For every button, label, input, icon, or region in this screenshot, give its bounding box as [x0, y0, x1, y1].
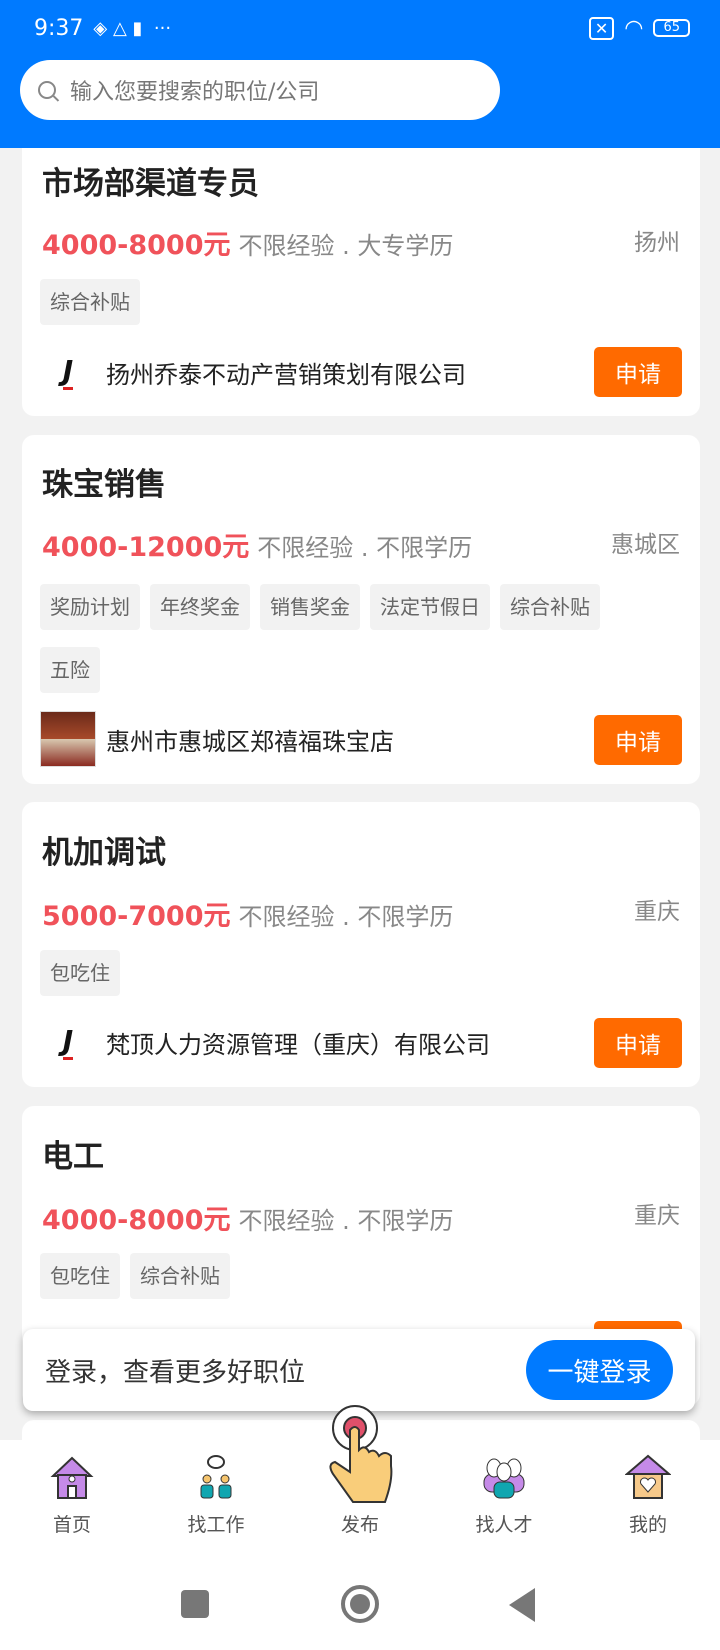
- salary-line: 4000-8000元 不限经验 . 大专学历: [42, 223, 453, 262]
- battery-icon: 65: [653, 19, 690, 37]
- apply-button[interactable]: 申请: [594, 347, 682, 397]
- location: 惠城区: [611, 532, 680, 558]
- tab-profile[interactable]: 我的: [576, 1440, 720, 1548]
- tab-find-job[interactable]: 找工作: [144, 1440, 288, 1548]
- find-job-icon: [200, 1455, 232, 1499]
- job-card[interactable]: 机加调试 5000-7000元 不限经验 . 不限学历 重庆 包吃住 J 梵顶人力资…: [22, 802, 700, 1087]
- tab-home[interactable]: 首页: [0, 1440, 144, 1548]
- company-name: 梵顶人力资源管理（重庆）有限公司: [106, 1030, 490, 1059]
- salary: 4000-8000元: [42, 1205, 231, 1236]
- home-icon: [50, 1456, 94, 1499]
- company-logo: J: [40, 344, 96, 400]
- company-row[interactable]: J 梵顶人力资源管理（重庆）有限公司: [40, 1014, 490, 1070]
- tab-label: 首页: [52, 1514, 91, 1536]
- tag: 奖励计划: [40, 584, 140, 630]
- search-icon: [38, 81, 56, 99]
- salary: 4000-8000元: [42, 230, 231, 261]
- job-card[interactable]: 珠宝销售 4000-12000元 不限经验 . 不限学历 惠城区 奖励计划 年终奖…: [22, 435, 700, 784]
- salary-line: 5000-7000元 不限经验 . 不限学历: [42, 894, 453, 933]
- tab-label: 我的: [628, 1514, 667, 1536]
- status-bar: 9:37 ◈ △ ▮ ··· ✕ ◠ 65: [34, 12, 690, 44]
- back-button[interactable]: [509, 1588, 535, 1622]
- requirements: 不限经验 . 大专学历: [238, 232, 454, 260]
- company-name: 惠州市惠城区郑禧福珠宝店: [106, 727, 394, 756]
- company-logo: [40, 711, 96, 767]
- tag-list: 综合补贴: [40, 279, 640, 325]
- location: 扬州: [634, 230, 680, 256]
- tag: 综合补贴: [40, 279, 140, 325]
- login-prompt: 登录，查看更多好职位: [45, 1358, 306, 1388]
- tab-label: 找工作: [187, 1514, 245, 1536]
- company-logo: J: [40, 1014, 96, 1070]
- job-title: 电工: [42, 1139, 104, 1175]
- requirements: 不限经验 . 不限学历: [238, 903, 454, 931]
- profile-icon: [625, 1454, 671, 1499]
- tag: 综合补贴: [500, 584, 600, 630]
- recents-button[interactable]: [181, 1590, 209, 1618]
- tab-find-talent[interactable]: 找人才: [432, 1440, 576, 1548]
- salary-line: 4000-12000元 不限经验 . 不限学历: [42, 525, 472, 564]
- tag-list: 包吃住 综合补贴: [40, 1253, 640, 1299]
- tag: 销售奖金: [260, 584, 360, 630]
- location: 重庆: [634, 1203, 680, 1229]
- find-talent-icon: [483, 1458, 525, 1499]
- tag: 五险: [40, 647, 100, 693]
- apply-button[interactable]: 申请: [594, 715, 682, 765]
- salary-line: 4000-8000元 不限经验 . 不限学历: [42, 1198, 453, 1237]
- job-title: 市场部渠道专员: [42, 166, 259, 202]
- requirements: 不限经验 . 不限学历: [257, 534, 473, 562]
- search-placeholder: 输入您要搜索的职位/公司: [70, 80, 320, 105]
- job-title: 珠宝销售: [42, 467, 166, 503]
- apply-button[interactable]: 申请: [594, 1018, 682, 1068]
- tag: 法定节假日: [370, 584, 490, 630]
- salary: 5000-7000元: [42, 901, 231, 932]
- job-card[interactable]: 市场部渠道专员 4000-8000元 不限经验 . 大专学历 扬州 综合补贴 J扬…: [22, 128, 700, 416]
- tag-list: 奖励计划 年终奖金 销售奖金 法定节假日 综合补贴 五险: [40, 584, 640, 693]
- requirements: 不限经验 . 不限学历: [238, 1207, 454, 1235]
- search-input[interactable]: 输入您要搜索的职位/公司: [20, 60, 500, 120]
- sim-icon: ✕: [588, 16, 615, 40]
- tag: 包吃住: [40, 1253, 120, 1299]
- salary: 4000-12000元: [42, 532, 250, 563]
- touch-pointer-icon: [329, 1405, 393, 1503]
- job-title: 机加调试: [42, 835, 166, 871]
- tag: 综合补贴: [130, 1253, 230, 1299]
- notification-icons: ◈ △ ▮ ···: [93, 17, 172, 39]
- tag: 包吃住: [40, 950, 120, 996]
- clock: 9:37: [34, 15, 84, 41]
- tag-list: 包吃住: [40, 950, 640, 996]
- company-row[interactable]: J 扬州乔泰不动产营销策划有限公司: [40, 344, 466, 400]
- location: 重庆: [634, 899, 680, 925]
- tab-label: 发布: [340, 1514, 379, 1536]
- tab-label: 找人才: [475, 1514, 533, 1536]
- home-button[interactable]: [341, 1585, 379, 1623]
- company-row[interactable]: 惠州市惠城区郑禧福珠宝店: [40, 711, 394, 767]
- one-click-login-button[interactable]: 一键登录: [526, 1340, 673, 1400]
- header: 9:37 ◈ △ ▮ ··· ✕ ◠ 65 输入您要搜索的职位/公司: [0, 0, 720, 148]
- system-nav-bar: [0, 1548, 720, 1650]
- company-name: 扬州乔泰不动产营销策划有限公司: [106, 360, 466, 389]
- wifi-icon: ◠: [624, 15, 644, 41]
- login-banner: 登录，查看更多好职位 一键登录: [23, 1329, 695, 1411]
- tag: 年终奖金: [150, 584, 250, 630]
